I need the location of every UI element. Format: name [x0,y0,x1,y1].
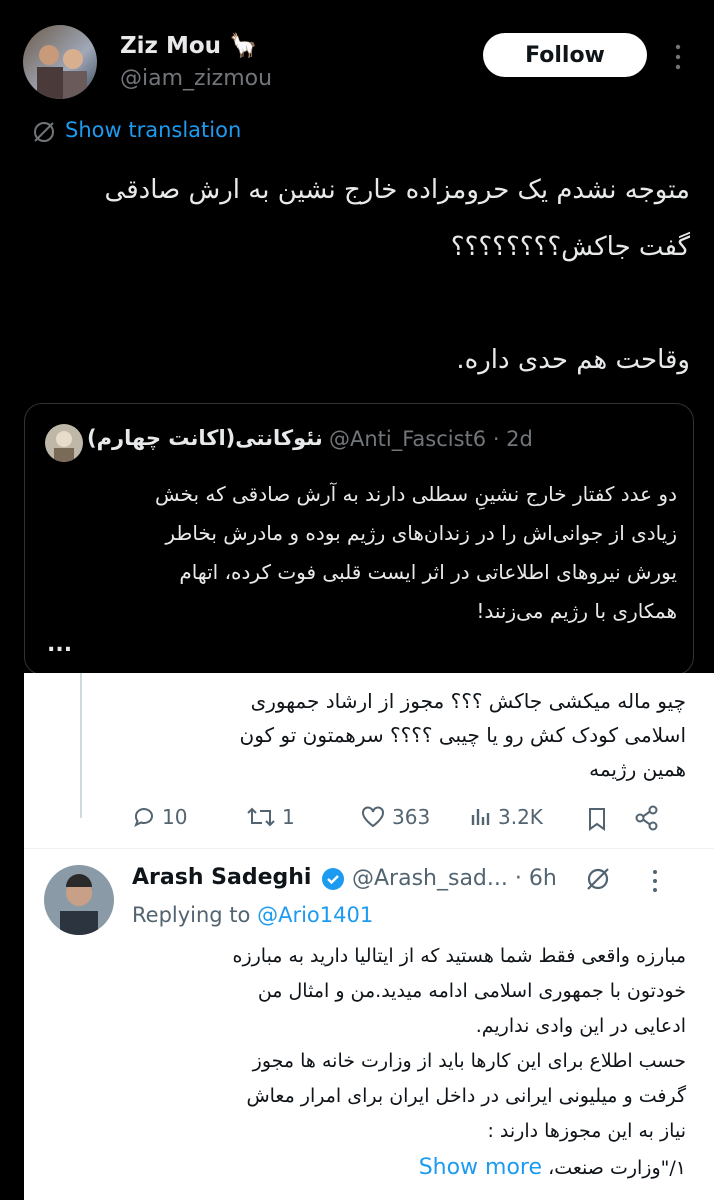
reply2-text-line-3: ادعایی در این وادی نداریم. [475,1015,686,1037]
quote-text-line-2: زیادی از جوانی‌اش را در زندان‌های رژیم ب… [165,521,677,545]
like-count: 363 [392,805,431,829]
repost-action[interactable]: 1 [246,805,295,829]
reply-action[interactable]: 10 [132,805,187,829]
arash-handle: @Arash_sad... [352,866,508,891]
repost-count: 1 [282,805,295,829]
follow-button[interactable]: Follow [483,33,647,77]
show-more-link[interactable]: Show more [419,1155,542,1180]
reply2-text-line-1: مبارزه واقعی فقط شما هستید که از ایتالیا… [232,945,686,967]
reply1-text-line-2: اسلامی کودک کش رو یا چیبی ؟؟؟؟ سرهمتون ت… [239,723,686,747]
translate-icon [32,120,56,144]
arash-handle-time: @Arash_sad... · 6h [352,866,557,891]
reply-screenshot: چیو ماله میکشی جاکش ؟؟؟ مجوز از ارشاد جم… [24,673,714,1200]
quote-text-line-3: یورش نیروهای اطلاعاتی در اثر ایست قلبی ف… [179,560,677,584]
reply2-text-line-5: گرفت و میلیونی ایرانی در داخل ایران برای… [246,1085,686,1107]
verified-badge-icon [321,867,345,895]
arash-avatar[interactable] [44,865,114,935]
reply2-text-line-7: ۱/"وزارت صنعت، [548,1157,686,1179]
reply2-text-line-6: نیاز به این مجوزها دارند : [487,1120,686,1142]
like-action[interactable]: 363 [360,805,430,829]
repost-icon [247,807,275,827]
author-avatar[interactable] [23,25,97,99]
author-handle[interactable]: @iam_zizmou [120,66,272,91]
reply1-text-line-1: چیو ماله میکشی جاکش ؟؟؟ مجوز از ارشاد جم… [250,689,686,713]
quote-text-line-4: همکاری با رژیم می‌زنند! [476,599,677,623]
thread-line [80,673,82,818]
heart-icon [362,806,384,828]
quote-handle: @Anti_Fascist6 [329,427,487,451]
more-options-icon[interactable] [668,42,688,72]
quote-ellipsis: ... [47,632,73,657]
arash-name[interactable]: Arash Sadeghi [132,865,311,890]
author-name-text[interactable]: Ziz Mou [120,33,221,59]
quote-avatar [45,424,83,462]
show-translation-link[interactable]: Show translation [65,118,241,142]
grok-icon[interactable] [584,865,612,897]
tweet-text-line-3: وقاحت هم حدی داره. [456,345,690,375]
llama-emoji: 🦙 [229,33,258,59]
views-icon [471,809,490,825]
tweet-text-line-2: گفت جاکش؟؟؟؟؟؟؟؟ [450,232,690,262]
quote-handle-time: @Anti_Fascist6 · 2d [329,427,533,451]
bookmark-icon[interactable] [586,807,608,835]
reply2-text-line-4: حسب اطلاع برای این کارها باید از وزارت خ… [252,1050,686,1072]
author-name[interactable]: Ziz Mou 🦙 [120,32,258,59]
divider [24,848,714,849]
arash-time: · 6h [514,866,557,891]
replying-to-link[interactable]: @Ario1401 [257,903,373,927]
reply1-text-line-3: همین رژیمه [589,757,686,781]
quote-time: · 2d [492,427,533,451]
quoted-tweet[interactable]: نئوکانتی(اکانت چهارم) @Anti_Fascist6 · 2… [24,403,694,675]
views-action[interactable]: 3.2K [470,805,543,829]
tweet-text-line-1: متوجه نشدم یک حرومزاده خارج نشین به ارش … [104,175,690,205]
replying-prefix: Replying to [132,903,251,927]
quote-text-line-1: دو عدد کفتار خارج نشینِ سطلی دارند به آر… [155,482,677,506]
views-count: 3.2K [498,805,543,829]
share-icon[interactable] [634,805,660,835]
replying-to: Replying to @Ario1401 [132,903,373,927]
reply2-more-icon[interactable] [648,867,662,899]
reply-count: 10 [162,805,188,829]
reply2-last-line: Show more ۱/"وزارت صنعت، [114,1155,686,1180]
quote-author-name: نئوکانتی(اکانت چهارم) [87,426,323,450]
reply-icon [134,808,153,828]
reply2-text-line-2: خودتون با جمهوری اسلامی ادامه میدید.من و… [257,980,686,1002]
